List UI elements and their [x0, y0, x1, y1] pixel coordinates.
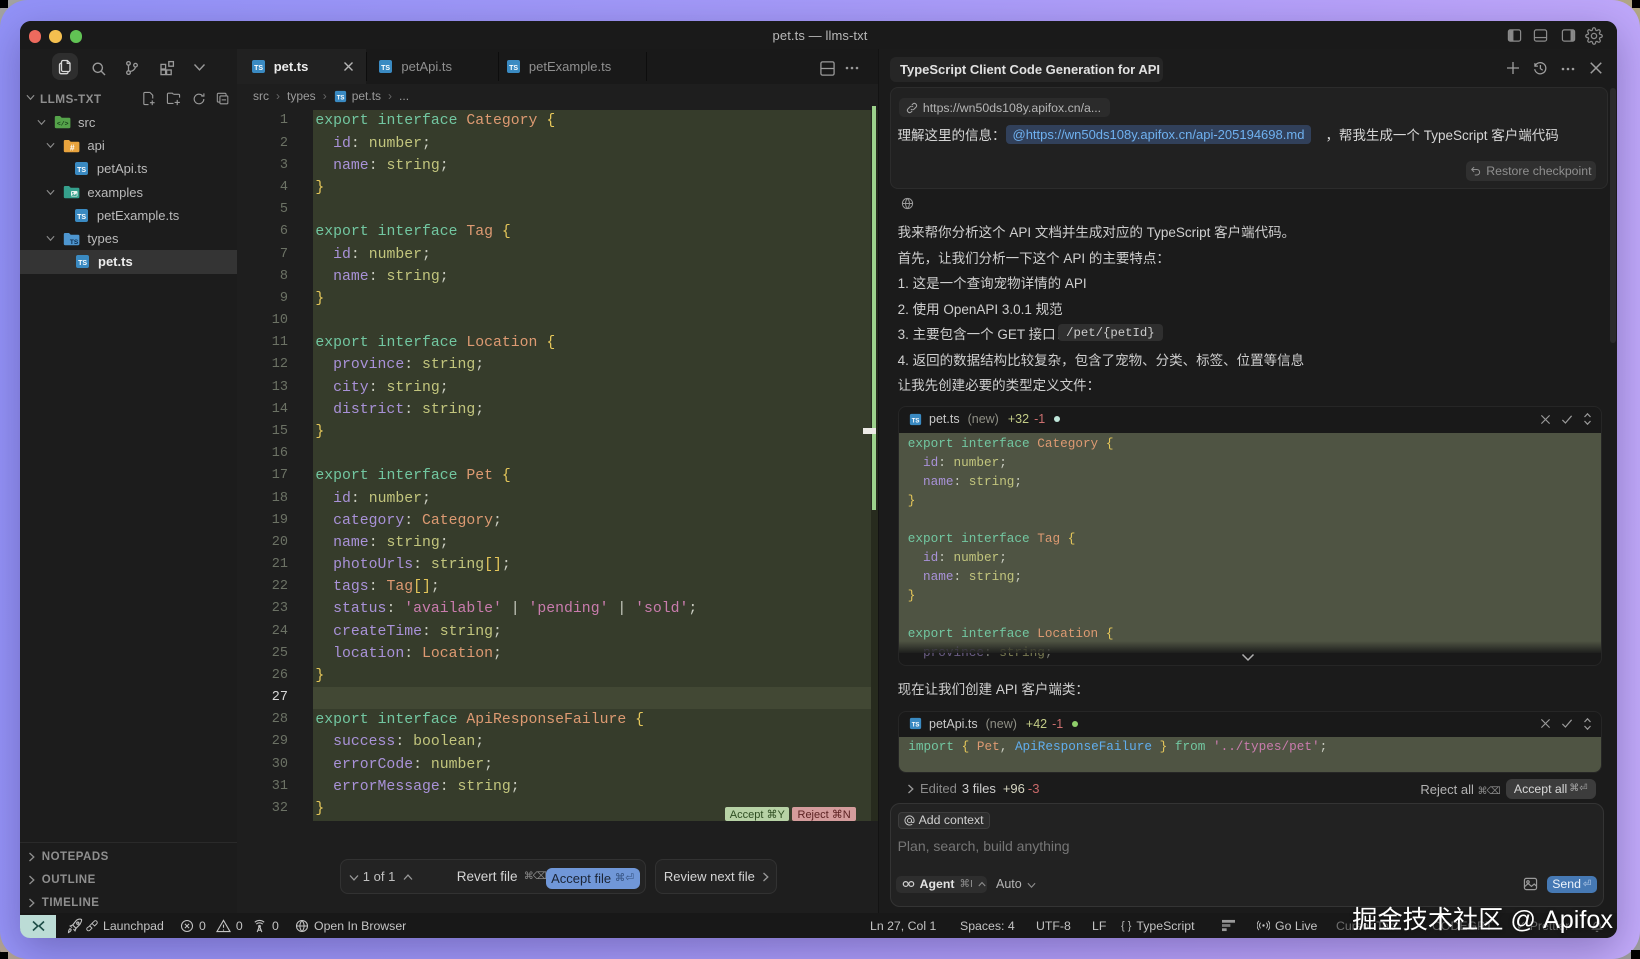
svg-text:</>: </>: [57, 121, 69, 128]
svg-text:TS: TS: [77, 167, 86, 174]
svg-text:TS: TS: [254, 65, 263, 72]
svg-text:TS: TS: [509, 65, 518, 72]
svg-text:TS: TS: [912, 418, 920, 424]
svg-text:TS: TS: [912, 722, 920, 728]
svg-text:TS: TS: [336, 95, 344, 101]
svg-text:#: #: [70, 142, 75, 152]
svg-text:TS: TS: [382, 65, 391, 72]
svg-text:TS: TS: [70, 239, 79, 246]
svg-text:TS: TS: [77, 214, 86, 221]
svg-text:TS: TS: [78, 260, 87, 267]
